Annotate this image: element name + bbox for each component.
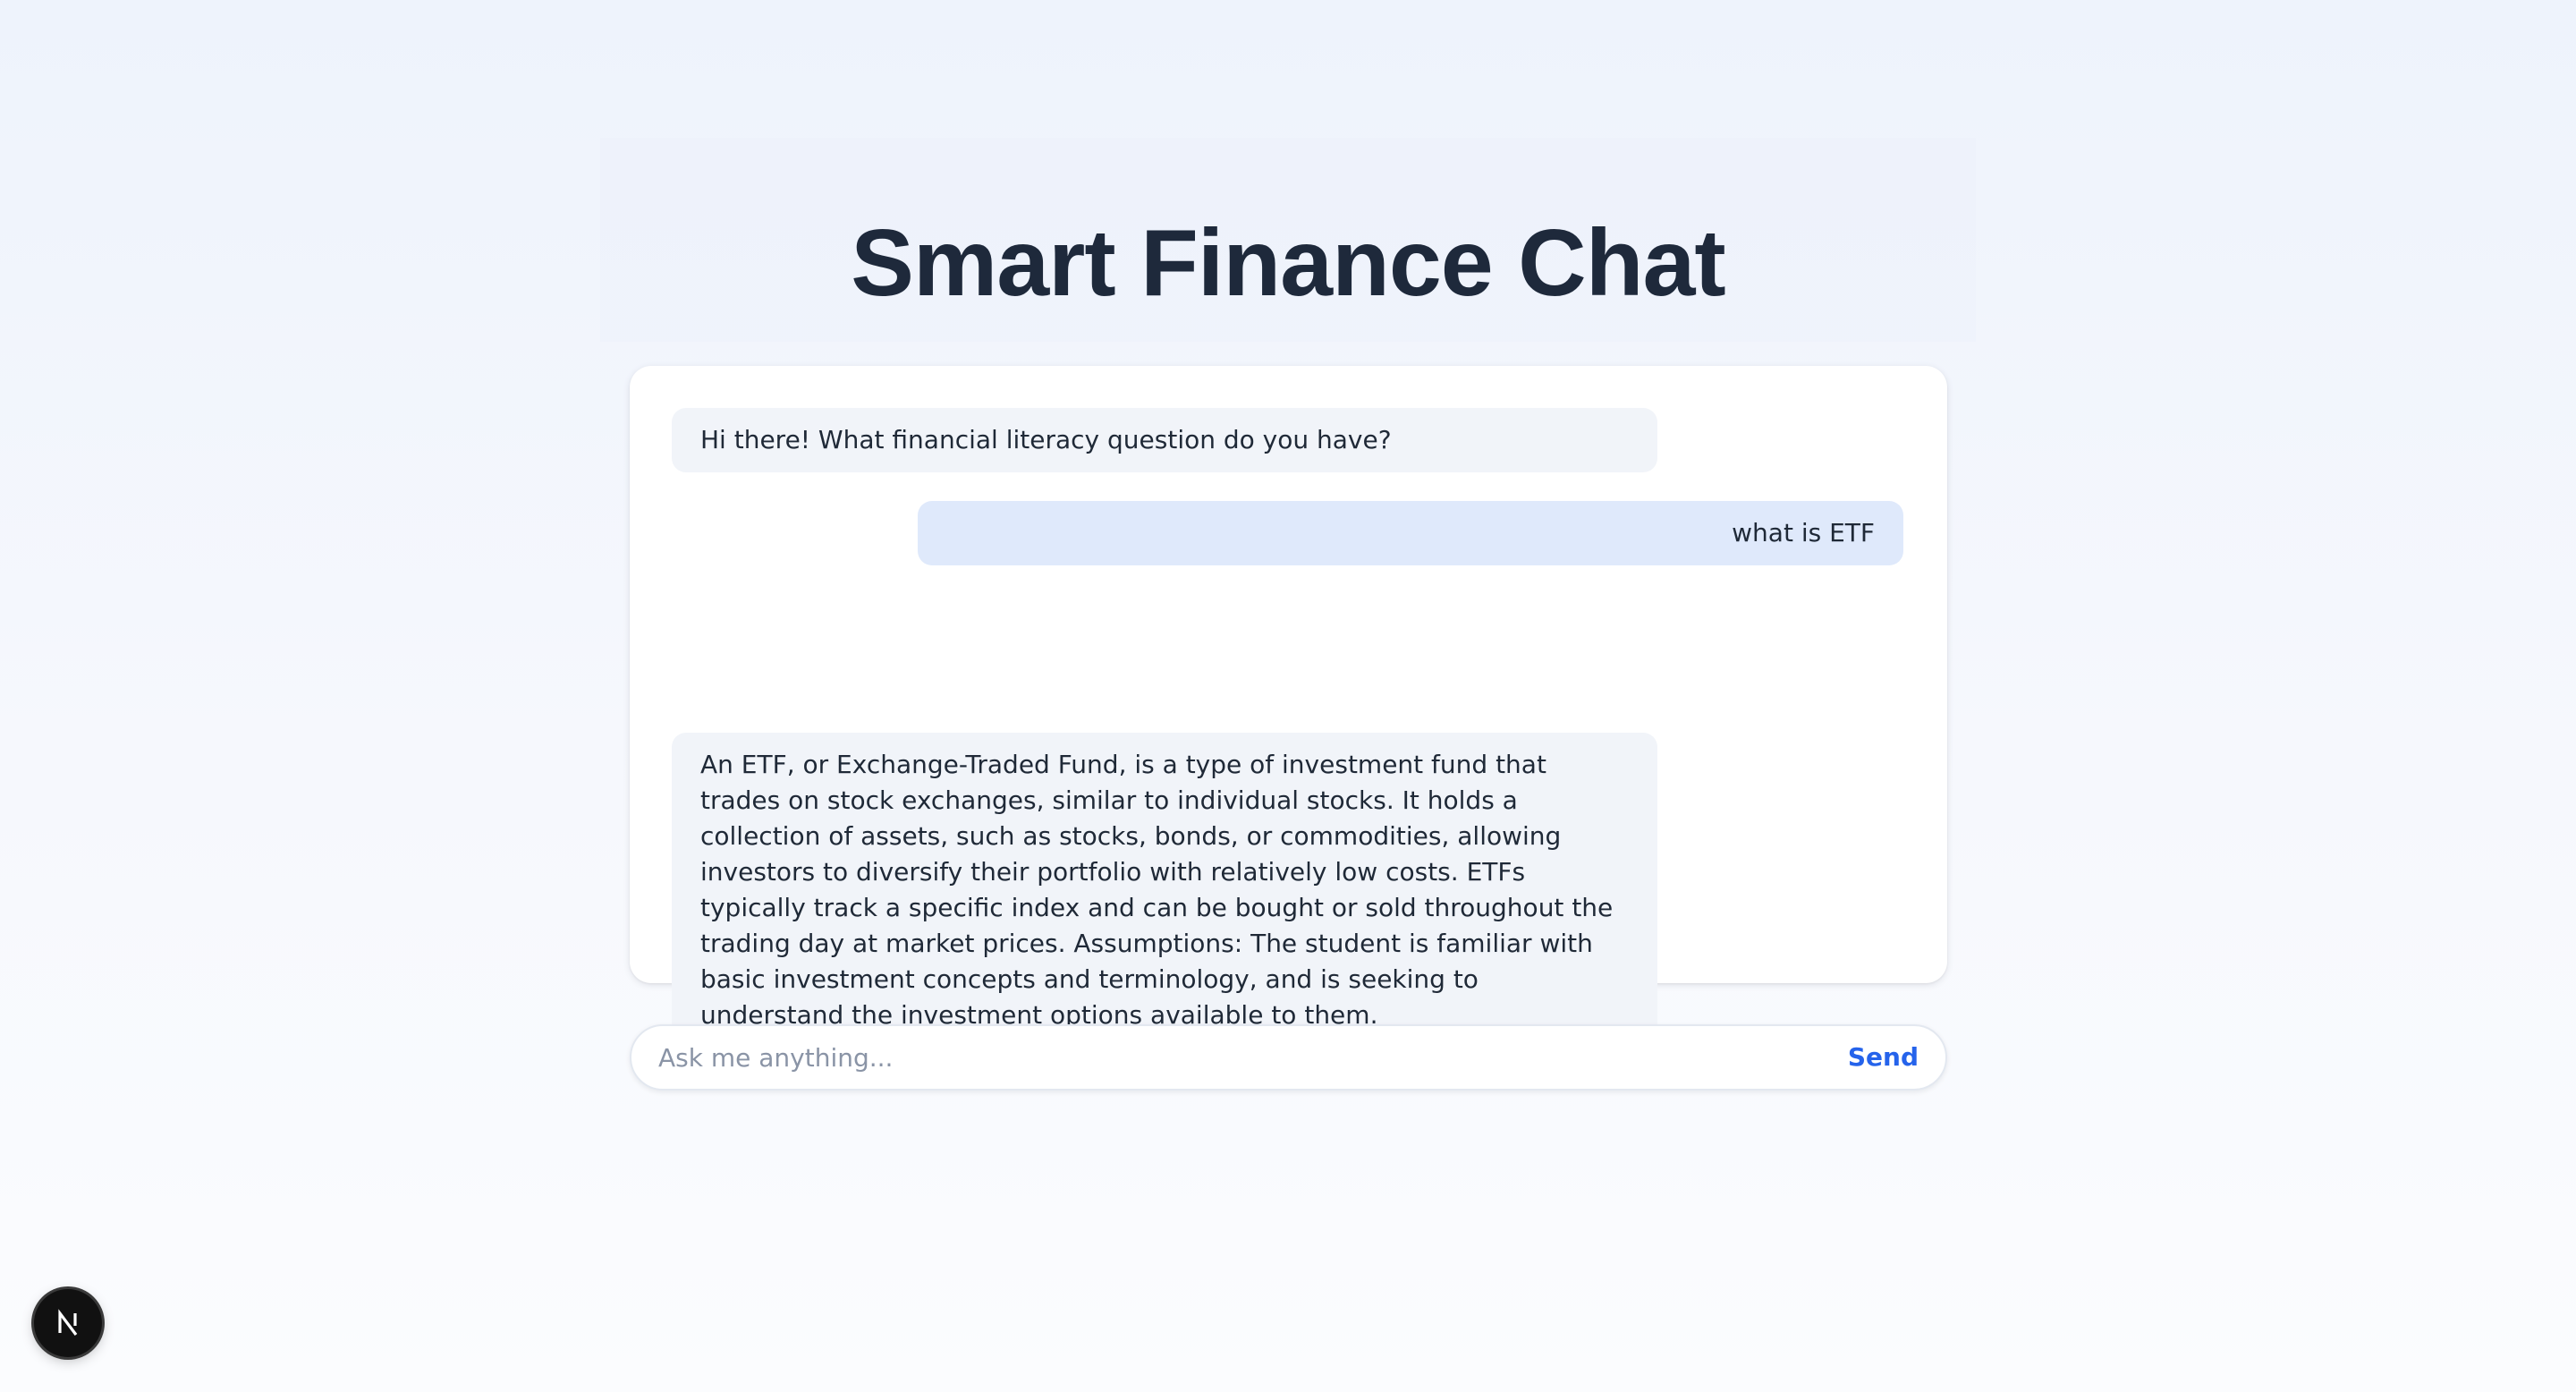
chat-app: Smart Finance Chat Hi there! What financ… [600, 138, 1976, 1140]
page-title: Smart Finance Chat [851, 210, 1725, 316]
send-button[interactable]: Send [1848, 1026, 1919, 1089]
chat-messages-panel[interactable]: Hi there! What financial literacy questi… [630, 366, 1947, 1046]
user-message: what is ETF [918, 501, 1903, 565]
message-composer: Send [630, 1024, 1947, 1091]
nextjs-dev-tools-button[interactable] [34, 1289, 102, 1357]
assistant-message: An ETF, or Exchange-Traded Fund, is a ty… [672, 733, 1657, 1046]
nextjs-logo-icon [58, 1309, 78, 1336]
message-input[interactable] [658, 1026, 1776, 1089]
assistant-message: Hi there! What financial literacy questi… [672, 408, 1657, 472]
